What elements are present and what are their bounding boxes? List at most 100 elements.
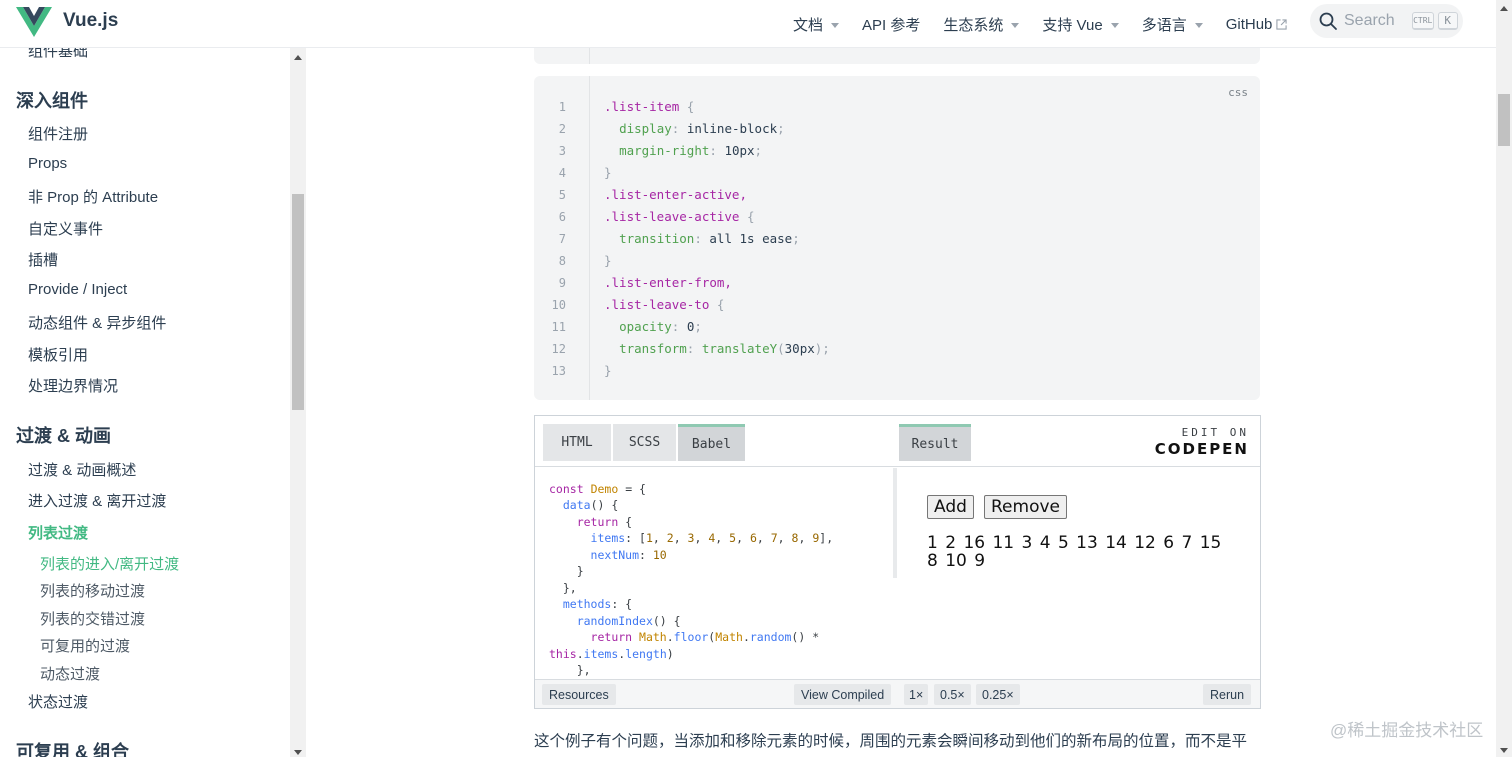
line-gutter — [589, 48, 590, 64]
sidebar-item[interactable]: 自定义事件 — [28, 218, 103, 239]
sidebar-item[interactable]: 插槽 — [28, 249, 58, 270]
sidebar-item[interactable]: 非 Prop 的 Attribute — [28, 186, 158, 207]
resources-button[interactable]: Resources — [542, 684, 616, 705]
nav-item-label: 文档 — [793, 16, 824, 34]
line-number: 3 — [558, 144, 566, 158]
sidebar-item-active[interactable]: 列表过渡 — [28, 522, 88, 543]
sidebar-group-title: 深入组件 — [16, 91, 88, 111]
code-line: } — [604, 253, 612, 268]
code-line: .list-enter-from, — [604, 275, 732, 290]
code-line: transform: translateY(30px); — [619, 341, 830, 356]
top-nav: Vue.js 文档 API 参考 生态系统 支持 Vue 多语言 GitHub — [0, 0, 1496, 48]
nav-item-label: 生态系统 — [943, 16, 1004, 34]
zoom-1x-button[interactable]: 1× — [904, 684, 929, 705]
sidebar-item[interactable]: 模板引用 — [28, 344, 88, 365]
sidebar-item[interactable]: 进入过渡 & 离开过渡 — [28, 490, 166, 511]
list-items-output: 1 2 16 11 3 4 5 13 14 12 6 7 15 8 10 9 — [927, 533, 1222, 571]
nav-item-ecosystem[interactable]: 生态系统 — [943, 14, 1020, 35]
nav-item-docs[interactable]: 文档 — [793, 14, 840, 35]
css-code-block: css 1 2 3 4 5 6 7 8 9 10 11 12 13 .list-… — [534, 76, 1260, 400]
code-line: return { — [576, 515, 633, 529]
sidebar-item[interactable]: 状态过渡 — [28, 691, 88, 712]
chevron-down-icon — [1011, 22, 1020, 28]
line-number: 2 — [558, 122, 566, 136]
tab-html[interactable]: HTML — [543, 424, 611, 461]
sidebar-item[interactable]: Provide / Inject — [28, 281, 127, 298]
brand-link[interactable]: Vue.js — [16, 5, 118, 37]
codepen-logo: CODEPEN — [1154, 440, 1249, 458]
code-line: items: [1, 2, 3, 4, 5, 6, 7, 8, 9], — [590, 531, 834, 545]
nav-item-languages[interactable]: 多语言 — [1142, 14, 1203, 35]
sidebar-group-title: 过渡 & 动画 — [16, 426, 112, 446]
code-line: } — [604, 363, 612, 378]
body-paragraph: 这个例子有个问题，当添加和移除元素的时候，周围的元素会瞬间移动到他们的新布局的位… — [534, 733, 1248, 750]
code-line: transition: all 1s ease; — [619, 231, 800, 246]
sidebar-item[interactable]: 动态组件 & 异步组件 — [28, 312, 166, 333]
chevron-down-icon — [831, 22, 840, 28]
code-lang-label: css — [1228, 86, 1248, 99]
scrollbar-thumb[interactable] — [1498, 94, 1510, 146]
sidebar-subitem[interactable]: 可复用的过渡 — [40, 635, 130, 656]
sidebar-item[interactable]: 组件注册 — [28, 123, 88, 144]
line-number: 9 — [558, 276, 566, 290]
sidebar-subitem[interactable]: 列表的交错过渡 — [40, 608, 145, 629]
nav-item-github[interactable]: GitHub — [1226, 16, 1288, 33]
code-line: } — [604, 165, 612, 180]
code-line: .list-leave-to { — [604, 297, 725, 312]
code-line: nextNum: 10 — [590, 548, 667, 562]
page-scrollbar[interactable] — [1496, 0, 1512, 757]
search-button[interactable]: Search CTRL K — [1310, 4, 1463, 38]
sidebar-item[interactable]: Props — [28, 155, 67, 172]
view-compiled-button[interactable]: View Compiled — [794, 684, 892, 705]
scroll-up-arrow-icon[interactable] — [1500, 6, 1508, 11]
chevron-down-icon — [1110, 22, 1119, 28]
sidebar-item[interactable]: 处理边界情况 — [28, 375, 118, 396]
nav-links: 文档 API 参考 生态系统 支持 Vue 多语言 GitHub — [793, 0, 1288, 48]
sidebar-subitem[interactable]: 列表的移动过渡 — [40, 580, 145, 601]
code-line: .list-item { — [604, 99, 695, 114]
sidebar: 组件基础 深入组件 组件注册 Props 非 Prop 的 Attribute … — [0, 48, 290, 757]
scroll-down-arrow-icon[interactable] — [1500, 748, 1508, 753]
previous-code-block — [534, 48, 1260, 64]
nav-item-label: API 参考 — [862, 16, 921, 34]
sidebar-subitem[interactable]: 动态过渡 — [40, 663, 100, 684]
scroll-down-arrow-icon[interactable] — [294, 750, 302, 755]
sidebar-subitem-active[interactable]: 列表的进入/离开过渡 — [40, 553, 179, 574]
line-number: 8 — [558, 254, 566, 268]
sidebar-item-component-basics[interactable]: 组件基础 — [28, 48, 88, 61]
external-link-icon — [1276, 18, 1288, 30]
tab-result[interactable]: Result — [899, 424, 971, 461]
line-number: 7 — [558, 232, 566, 246]
code-line: }, — [549, 581, 577, 595]
sidebar-scrollbar[interactable] — [290, 48, 306, 757]
remove-button[interactable]: Remove — [984, 495, 1067, 519]
tab-scss[interactable]: SCSS — [613, 424, 676, 461]
code-line: }, — [549, 663, 591, 677]
zoom-0-5x-button[interactable]: 0.5× — [934, 684, 971, 705]
kbd-k: K — [1437, 12, 1458, 30]
nav-item-label: 多语言 — [1141, 16, 1187, 34]
line-number: 10 — [551, 298, 566, 312]
line-number: 12 — [551, 342, 566, 356]
code-line: return Math.floor(Math.random() * — [590, 630, 820, 644]
line-number: 13 — [551, 364, 566, 378]
search-label: Search — [1344, 12, 1395, 29]
nav-item-api[interactable]: API 参考 — [862, 14, 920, 35]
code-line: .list-enter-active, — [604, 187, 747, 202]
rerun-button[interactable]: Rerun — [1203, 684, 1252, 705]
code-line: data() { — [562, 498, 619, 512]
edit-on-codepen-link[interactable]: EDIT ON CODEPEN — [1155, 426, 1249, 458]
babel-code-pane[interactable]: const Demo = { data() { return { items: … — [535, 468, 895, 678]
scroll-up-arrow-icon[interactable] — [294, 55, 302, 60]
code-line: randomIndex() { — [576, 614, 681, 628]
code-line: methods: { — [562, 597, 633, 611]
tab-babel[interactable]: Babel — [678, 424, 745, 461]
code-line: this.items.length) — [549, 647, 674, 661]
scrollbar-thumb[interactable] — [292, 194, 304, 410]
zoom-0-25x-button[interactable]: 0.25× — [976, 684, 1020, 705]
add-button[interactable]: Add — [927, 495, 974, 519]
sidebar-item[interactable]: 过渡 & 动画概述 — [28, 459, 136, 480]
codepen-footer: Resources View Compiled 1× 0.5× 0.25× Re… — [535, 679, 1260, 708]
nav-item-support[interactable]: 支持 Vue — [1042, 14, 1119, 35]
line-number: 4 — [558, 166, 566, 180]
